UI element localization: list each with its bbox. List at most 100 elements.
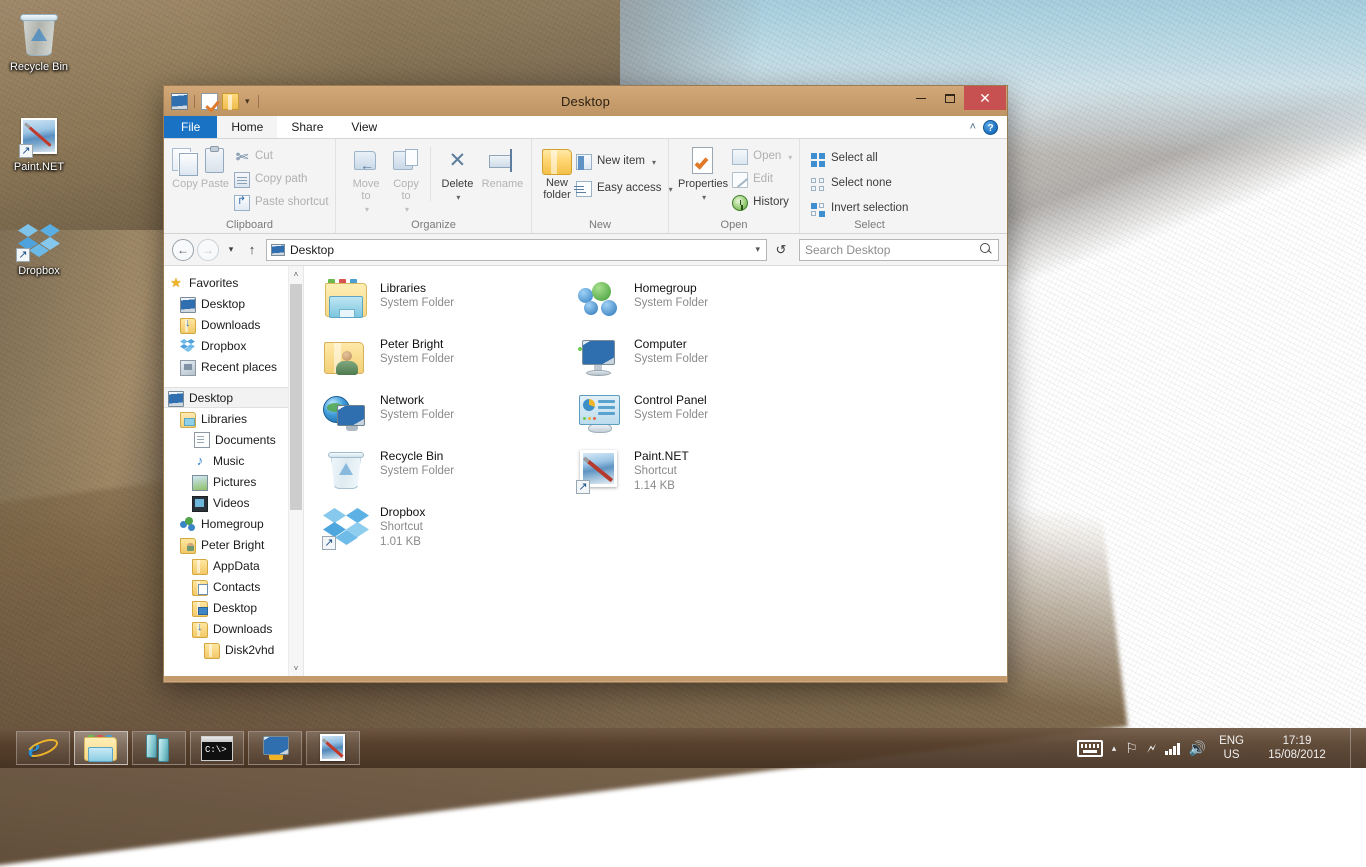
nav-item-disk2vhd[interactable]: Disk2vhd — [164, 639, 303, 660]
nav-item-dropbox[interactable]: Dropbox — [164, 335, 303, 356]
nav-item-videos[interactable]: Videos — [164, 492, 303, 513]
chevron-down-icon[interactable]: ▾ — [243, 97, 252, 106]
search-input[interactable] — [805, 243, 980, 257]
copy-path-button[interactable]: Copy path — [230, 170, 333, 190]
file-item-control-panel[interactable]: Control Panel System Folder — [576, 388, 816, 444]
window-titlebar[interactable]: ▾ Desktop ✕ — [164, 86, 1007, 116]
collapse-ribbon-icon[interactable]: ˄ — [970, 121, 976, 133]
select-all-button[interactable]: Select all — [806, 149, 912, 169]
nav-item-peter-bright[interactable]: Peter Bright — [164, 534, 303, 555]
move-to-button[interactable]: ← Move to ▾ — [346, 143, 386, 216]
history-button[interactable]: History — [728, 193, 796, 213]
taskbar-button-command-prompt[interactable]: C:\> — [190, 731, 244, 765]
desktop-icon-paintnet[interactable]: ↗ Paint.NET — [0, 108, 78, 174]
nav-item-pictures[interactable]: Pictures — [164, 471, 303, 492]
this-pc-icon[interactable] — [171, 93, 188, 110]
nav-item-desktop-root[interactable]: Desktop — [164, 387, 303, 408]
nav-item-desktop-user[interactable]: Desktop — [164, 597, 303, 618]
scroll-up-arrow-icon[interactable]: ˄ — [289, 266, 303, 282]
show-hidden-icons-button[interactable]: ▴ — [1112, 744, 1117, 753]
nav-item-libraries[interactable]: Libraries — [164, 408, 303, 429]
nav-item-documents[interactable]: Documents — [164, 429, 303, 450]
copy-to-button[interactable]: Copy to ▾ — [386, 143, 426, 216]
chevron-down-icon[interactable]: ▾ — [365, 204, 369, 216]
desktop-icon-recycle-bin[interactable]: Recycle Bin — [0, 8, 78, 74]
nav-item-contacts[interactable]: Contacts — [164, 576, 303, 597]
desktop-icon-dropbox[interactable]: ↗ Dropbox — [0, 212, 78, 278]
chevron-down-icon[interactable]: ▾ — [405, 204, 409, 216]
refresh-button[interactable]: ↺ — [770, 239, 792, 261]
new-folder-button[interactable]: New folder — [542, 143, 572, 201]
copy-button[interactable]: Copy — [170, 143, 200, 190]
forward-button[interactable]: → — [197, 239, 219, 261]
taskbar-button-servers[interactable] — [132, 731, 186, 765]
up-button[interactable]: ↑ — [243, 239, 261, 261]
nav-item-appdata[interactable]: AppData — [164, 555, 303, 576]
invert-selection-button[interactable]: Invert selection — [806, 199, 912, 219]
language-indicator[interactable]: ENG US — [1215, 734, 1248, 762]
chevron-down-icon[interactable]: ▾ — [788, 153, 792, 162]
paste-shortcut-button[interactable]: Paste shortcut — [230, 193, 333, 213]
easy-access-button[interactable]: Easy access ▾ — [572, 179, 677, 199]
tab-home[interactable]: Home — [217, 116, 277, 138]
cut-button[interactable]: ✄ Cut — [230, 147, 333, 167]
search-icon[interactable] — [980, 243, 993, 256]
help-icon[interactable]: ? — [983, 120, 998, 135]
chevron-down-icon[interactable]: ▾ — [652, 158, 656, 167]
navpane-scrollbar[interactable]: ˄ ˅ — [288, 266, 303, 676]
file-item-network[interactable]: Network System Folder — [322, 388, 562, 444]
paste-button[interactable]: Paste — [200, 143, 230, 190]
chevron-down-icon[interactable]: ▾ — [755, 244, 762, 255]
file-list[interactable]: Libraries System Folder Peter Bright Sys… — [304, 266, 1007, 676]
rename-button[interactable]: Rename — [480, 143, 525, 190]
network-signal-icon[interactable] — [1165, 742, 1180, 755]
safely-remove-hardware-icon[interactable]: 🗲 — [1147, 741, 1156, 755]
breadcrumb-segment[interactable]: Desktop — [290, 243, 334, 257]
nav-item-music[interactable]: ♪ Music — [164, 450, 303, 471]
close-button[interactable]: ✕ — [964, 86, 1006, 110]
action-center-icon[interactable]: ⚐ — [1125, 741, 1138, 755]
file-item-paintnet[interactable]: ↗ Paint.NET Shortcut 1.14 KB — [576, 444, 816, 500]
maximize-button[interactable] — [935, 88, 964, 109]
nav-item-homegroup[interactable]: Homegroup — [164, 513, 303, 534]
taskbar-button-internet-explorer[interactable]: e — [16, 731, 70, 765]
file-item-dropbox[interactable]: ↗ Dropbox Shortcut 1.01 KB — [322, 500, 562, 556]
nav-item-downloads[interactable]: Downloads — [164, 314, 303, 335]
new-folder-icon[interactable] — [222, 93, 239, 110]
nav-item-recent-places[interactable]: Recent places — [164, 356, 303, 377]
back-button[interactable]: ← — [172, 239, 194, 261]
properties-icon[interactable] — [201, 93, 218, 110]
taskbar-button-file-explorer[interactable] — [74, 731, 128, 765]
breadcrumb[interactable]: Desktop ▾ — [266, 239, 767, 261]
file-item-libraries[interactable]: Libraries System Folder — [322, 276, 562, 332]
nav-item-downloads-user[interactable]: Downloads — [164, 618, 303, 639]
search-box[interactable] — [799, 239, 999, 261]
chevron-down-icon[interactable]: ▾ — [456, 192, 460, 204]
scroll-down-arrow-icon[interactable]: ˅ — [289, 660, 303, 676]
tab-file[interactable]: File — [164, 116, 217, 138]
keyboard-icon[interactable] — [1077, 740, 1103, 757]
minimize-button[interactable] — [906, 88, 935, 109]
file-item-peter-bright[interactable]: Peter Bright System Folder — [322, 332, 562, 388]
chevron-down-icon[interactable]: ▾ — [702, 192, 706, 204]
scrollbar-thumb[interactable] — [290, 284, 302, 510]
show-desktop-button[interactable] — [1350, 728, 1356, 768]
properties-button[interactable]: Properties ▾ — [678, 143, 728, 204]
tab-view[interactable]: View — [337, 116, 391, 138]
file-item-computer[interactable]: Computer System Folder — [576, 332, 816, 388]
file-item-recycle-bin[interactable]: Recycle Bin System Folder — [322, 444, 562, 500]
clock[interactable]: 17:19 15/08/2012 — [1257, 734, 1341, 762]
file-item-homegroup[interactable]: Homegroup System Folder — [576, 276, 816, 332]
recent-locations-button[interactable]: ▾ — [222, 239, 240, 261]
nav-item-favorites[interactable]: ★ Favorites — [164, 272, 303, 293]
volume-icon[interactable]: 🔊 — [1189, 741, 1206, 755]
taskbar-button-paint-dotnet[interactable] — [306, 731, 360, 765]
taskbar-button-remote-desktop[interactable] — [248, 731, 302, 765]
tab-share[interactable]: Share — [277, 116, 337, 138]
open-button[interactable]: Open ▾ — [728, 147, 796, 167]
delete-button[interactable]: ✕ Delete ▾ — [435, 143, 480, 204]
new-item-button[interactable]: New item ▾ — [572, 152, 677, 172]
nav-item-desktop[interactable]: Desktop — [164, 293, 303, 314]
select-none-button[interactable]: Select none — [806, 174, 912, 194]
edit-button[interactable]: Edit — [728, 170, 796, 190]
